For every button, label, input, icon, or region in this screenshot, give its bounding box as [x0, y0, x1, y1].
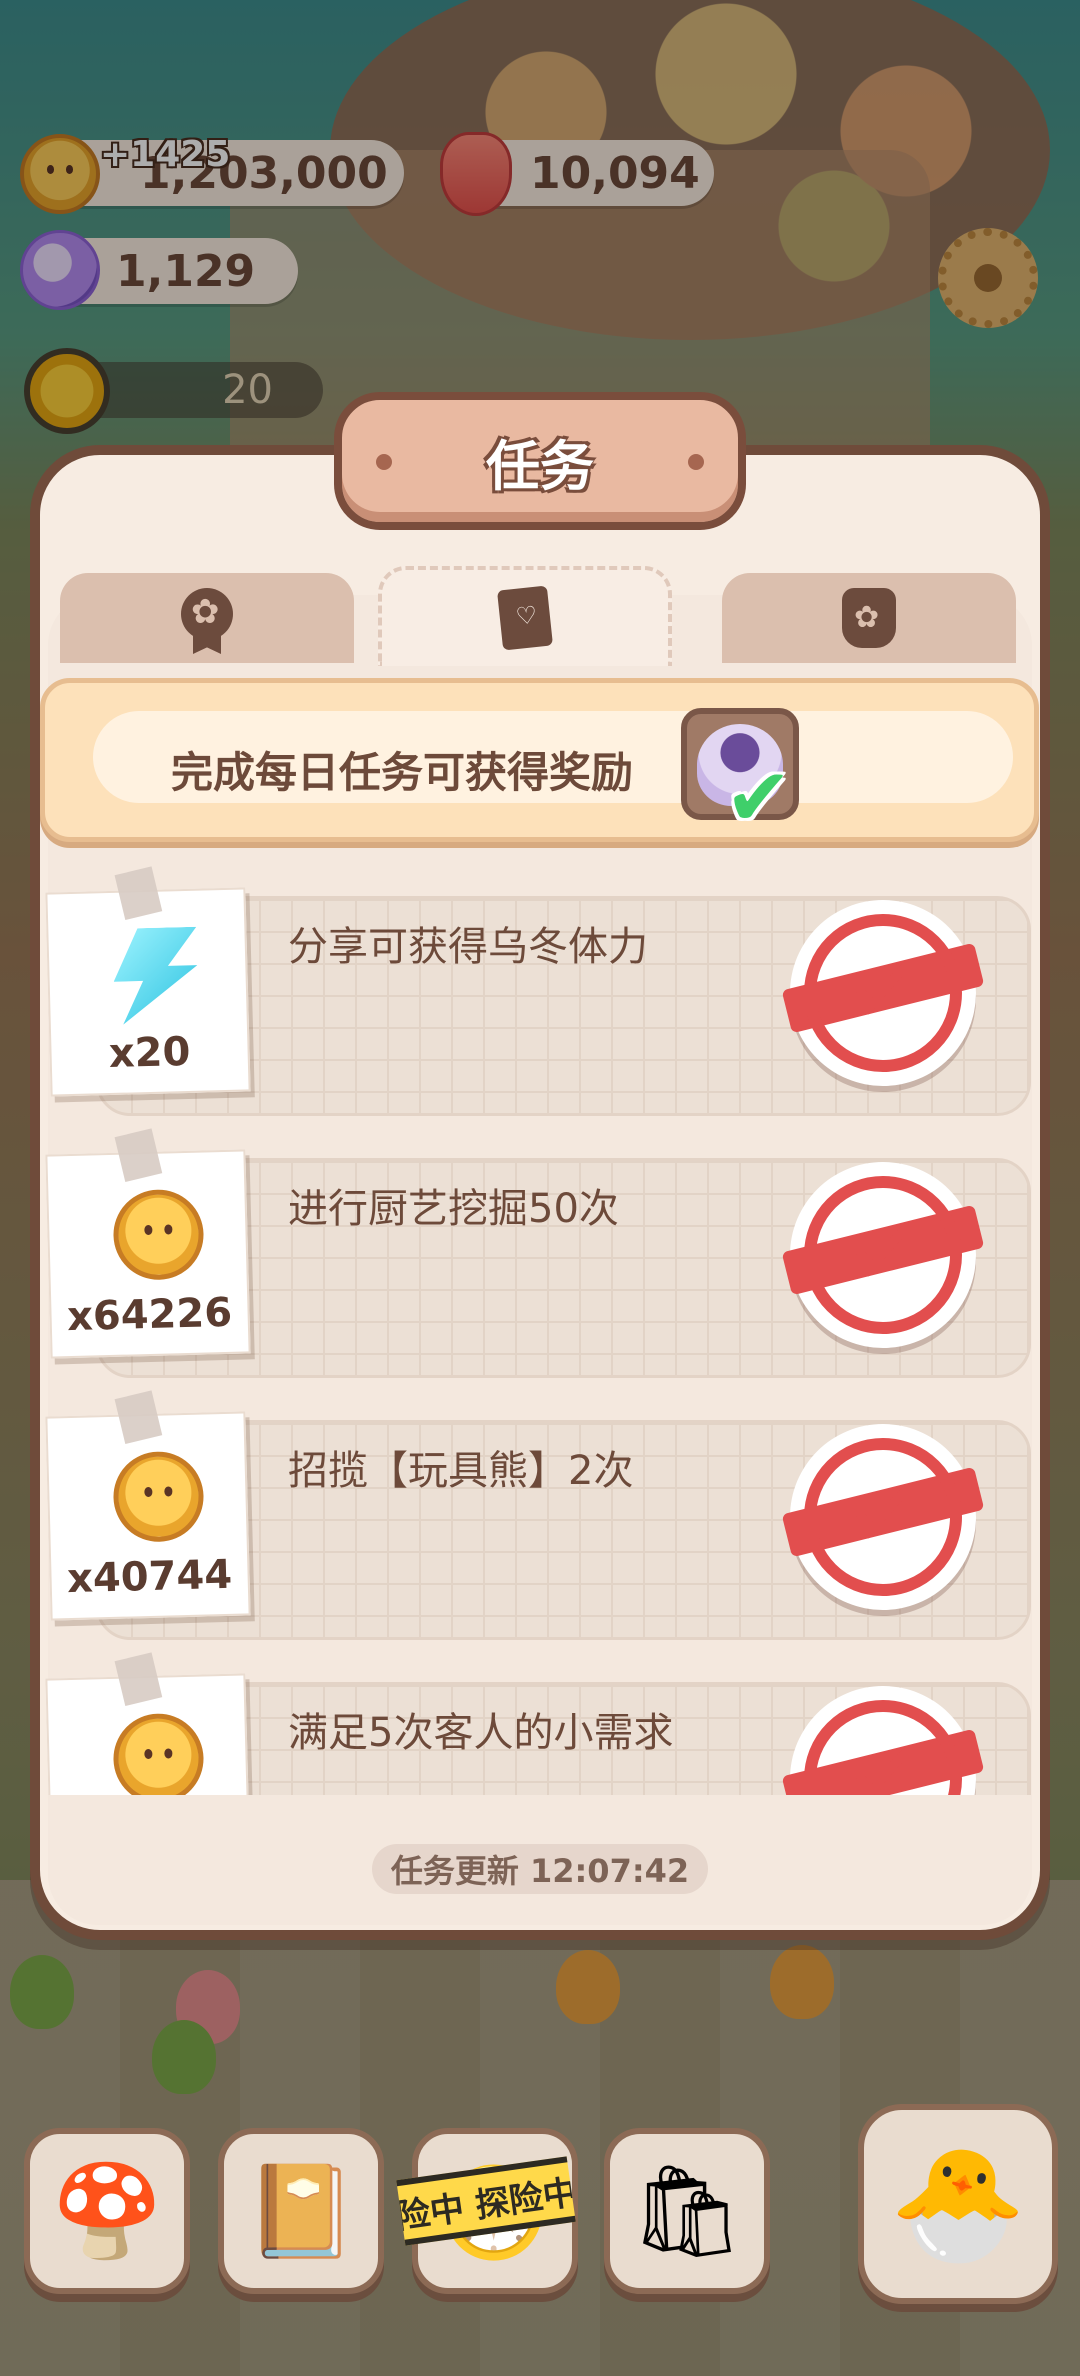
- completed-stamp[interactable]: ✓: [781, 1162, 985, 1348]
- task-refresh-timer: 任务更新 12:07:42: [372, 1844, 708, 1894]
- reward-amount: x40744: [66, 1551, 233, 1603]
- cookie-coin-icon: [112, 1450, 205, 1543]
- plate-rivet: [688, 454, 704, 470]
- check-icon: ✔: [725, 751, 793, 844]
- character-icon: 🐣: [889, 2139, 1027, 2268]
- task-title: 招揽【玩具熊】2次: [288, 1448, 634, 1494]
- stamp-check-icon: ✓: [833, 1444, 939, 1582]
- note-icon: [497, 585, 553, 651]
- cookie-coin-icon: [112, 1712, 205, 1795]
- reward-card: x40744: [45, 1390, 251, 1621]
- reward-card: [45, 1652, 251, 1795]
- plate-rivet: [376, 454, 392, 470]
- stamp-check-icon: ✓: [833, 1182, 939, 1320]
- tab-achievements[interactable]: [60, 573, 354, 663]
- tape-decoration: [114, 866, 163, 921]
- task-row: 进行厨艺挖掘50次 x64226 ✓: [36, 1122, 1046, 1378]
- task-title: 进行厨艺挖掘50次: [288, 1186, 619, 1232]
- cookie-coin-icon: [112, 1188, 205, 1281]
- tab-daily-tasks[interactable]: [378, 566, 672, 666]
- banner-text: 完成每日任务可获得奖励: [171, 748, 634, 797]
- refresh-text: 任务更新 12:07:42: [390, 1852, 690, 1890]
- task-row: 满足5次客人的小需求 ✓: [36, 1646, 1046, 1795]
- tape-decoration: [114, 1390, 163, 1445]
- reward-amount: x64226: [66, 1289, 233, 1341]
- task-row: 招揽【玩具熊】2次 x40744 ✓: [36, 1384, 1046, 1640]
- task-list[interactable]: 分享可获得乌冬体力 x20 ✓ 进行厨艺挖掘50次 x64226 ✓ 招揽【玩具…: [36, 860, 1046, 1795]
- reward-card: x20: [45, 866, 251, 1097]
- nav-shop-button[interactable]: 🛍: [604, 2128, 770, 2294]
- nav-diary-button[interactable]: 📔: [218, 2128, 384, 2294]
- tape-decoration: [114, 1128, 163, 1183]
- task-title: 分享可获得乌冬体力: [288, 924, 648, 970]
- daily-reward-banner: 完成每日任务可获得奖励: [40, 678, 1039, 842]
- task-title: 满足5次客人的小需求: [288, 1710, 674, 1756]
- diary-heart-icon: 📔: [244, 2158, 358, 2264]
- nav-home-button[interactable]: 🍄: [24, 2128, 190, 2294]
- panel-title: 任务: [486, 434, 594, 498]
- completed-stamp[interactable]: ✓: [781, 1424, 985, 1610]
- reward-card: x64226: [45, 1128, 251, 1359]
- bottle-icon: [842, 588, 896, 648]
- energy-bolt-icon: [112, 927, 194, 1009]
- task-row: 分享可获得乌冬体力 x20 ✓: [36, 860, 1046, 1116]
- reward-amount: x20: [108, 1028, 191, 1078]
- panel-title-plate: 任务: [334, 392, 746, 530]
- tape-decoration: [114, 1652, 163, 1707]
- mushroom-house-icon: 🍄: [50, 2158, 164, 2264]
- shopping-bag-icon: 🛍: [629, 2158, 745, 2264]
- medal-icon: [181, 588, 233, 640]
- tab-collection[interactable]: [722, 573, 1016, 663]
- completed-stamp[interactable]: ✓: [781, 900, 985, 1086]
- stamp-check-icon: ✓: [833, 920, 939, 1058]
- stamp-check-icon: ✓: [833, 1706, 939, 1795]
- nav-character-button[interactable]: 🐣: [858, 2104, 1058, 2304]
